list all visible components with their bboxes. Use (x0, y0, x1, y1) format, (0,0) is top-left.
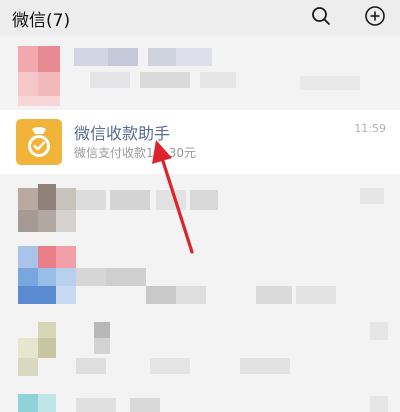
chat-item-obscured[interactable] (0, 36, 400, 110)
chat-item-obscured[interactable] (0, 310, 400, 380)
chat-item-obscured[interactable] (0, 380, 400, 412)
pixelated-chat-content (0, 240, 400, 310)
chat-item-obscured[interactable] (0, 174, 400, 240)
top-bar: 微信(7) (0, 0, 400, 36)
chat-list: 微信收款助手 11:59 微信支付收款1■.30元 (0, 36, 400, 412)
search-icon[interactable] (310, 5, 332, 27)
chat-name: 微信收款助手 (74, 124, 171, 143)
pixelated-chat-content (0, 36, 400, 110)
chat-avatar (16, 119, 62, 165)
chat-item-wechat-pay-assistant[interactable]: 微信收款助手 11:59 微信支付收款1■.30元 (0, 110, 400, 174)
chat-preview: 微信支付收款1■.30元 (74, 146, 197, 160)
money-bag-check-icon (28, 127, 50, 157)
chat-item-obscured[interactable] (0, 240, 400, 310)
chat-time: 11:59 (354, 122, 386, 135)
pixelated-chat-content (0, 380, 400, 412)
plus-circle-icon[interactable] (364, 5, 386, 27)
page-title: 微信(7) (12, 11, 71, 31)
pixelated-chat-content (0, 174, 400, 240)
pixelated-chat-content (0, 310, 400, 380)
